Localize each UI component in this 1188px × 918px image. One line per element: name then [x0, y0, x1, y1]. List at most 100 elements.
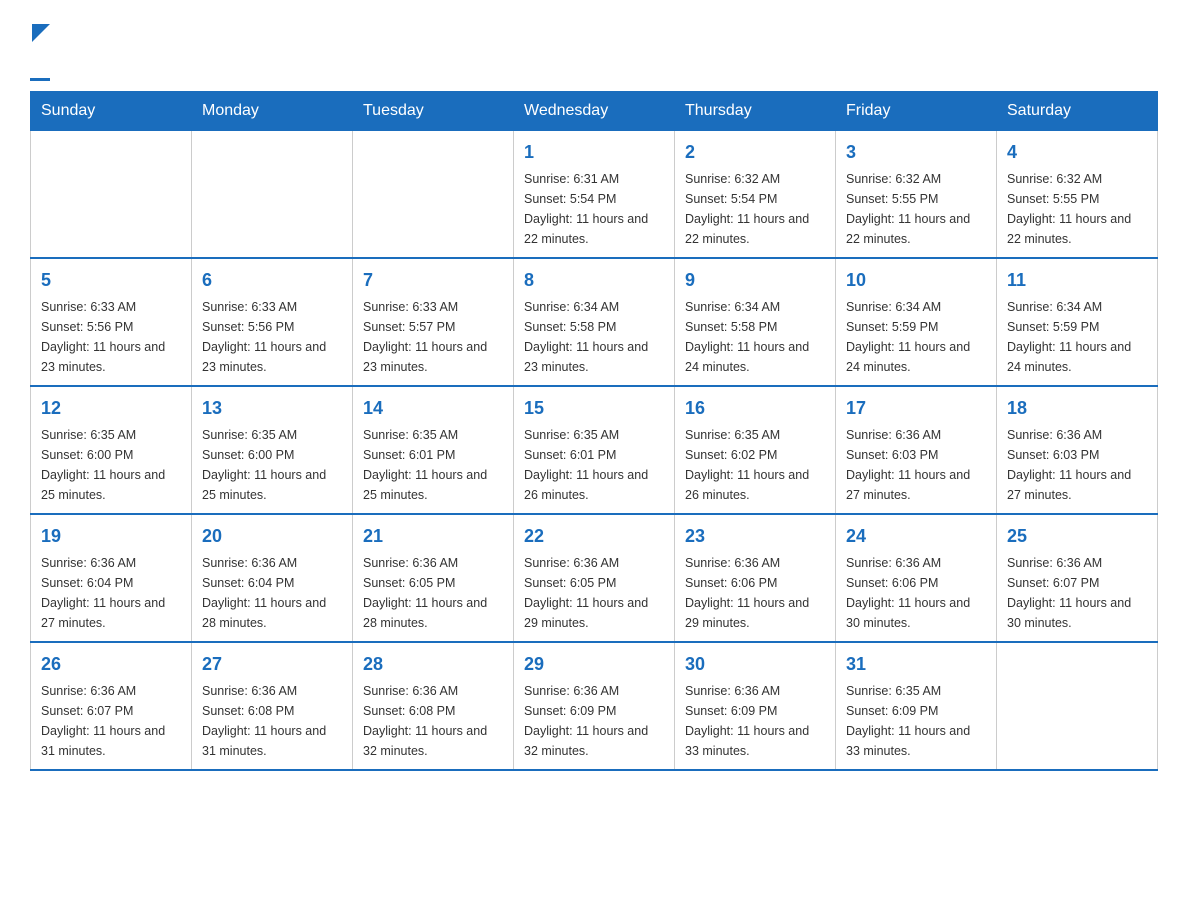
day-number: 22	[524, 523, 664, 550]
calendar-body: 1 Sunrise: 6:31 AM Sunset: 5:54 PM Daylig…	[31, 131, 1158, 771]
day-number: 19	[41, 523, 181, 550]
calendar-cell: 29Sunrise: 6:36 AM Sunset: 6:09 PM Dayli…	[514, 642, 675, 770]
day-info: Sunrise: 6:32 AM Sunset: 5:55 PM Dayligh…	[1007, 169, 1147, 249]
day-number: 23	[685, 523, 825, 550]
calendar-cell: 31 Sunrise: 6:35 AM Sunset: 6:09 PM Dayli…	[836, 642, 997, 770]
calendar-cell: 23 Sunrise: 6:36 AM Sunset: 6:06 PM Dayli…	[675, 514, 836, 642]
calendar-cell: 21 Sunrise: 6:36 AM Sunset: 6:05 PM Dayli…	[353, 514, 514, 642]
calendar-week-3: 12 Sunrise: 6:35 AM Sunset: 6:00 PM Dayli…	[31, 386, 1158, 514]
header-cell-thursday: Thursday	[675, 92, 836, 131]
calendar-cell: 22Sunrise: 6:36 AM Sunset: 6:05 PM Dayli…	[514, 514, 675, 642]
calendar-cell: 24 Sunrise: 6:36 AM Sunset: 6:06 PM Dayli…	[836, 514, 997, 642]
day-info: Sunrise: 6:36 AM Sunset: 6:06 PM Dayligh…	[846, 553, 986, 633]
day-info: Sunrise: 6:35 AM Sunset: 6:00 PM Dayligh…	[41, 425, 181, 505]
day-info: Sunrise: 6:32 AM Sunset: 5:54 PM Dayligh…	[685, 169, 825, 249]
calendar-cell: 3 Sunrise: 6:32 AM Sunset: 5:55 PM Daylig…	[836, 131, 997, 259]
logo-arrow-icon	[32, 24, 50, 47]
calendar-cell: 12 Sunrise: 6:35 AM Sunset: 6:00 PM Dayli…	[31, 386, 192, 514]
day-info: Sunrise: 6:33 AM Sunset: 5:57 PM Dayligh…	[363, 297, 503, 377]
day-info: Sunrise: 6:35 AM Sunset: 6:01 PM Dayligh…	[363, 425, 503, 505]
calendar-cell	[31, 131, 192, 259]
calendar-cell: 2 Sunrise: 6:32 AM Sunset: 5:54 PM Daylig…	[675, 131, 836, 259]
day-number: 26	[41, 651, 181, 678]
calendar-cell: 20Sunrise: 6:36 AM Sunset: 6:04 PM Dayli…	[192, 514, 353, 642]
day-number: 1	[524, 139, 664, 166]
header-cell-saturday: Saturday	[997, 92, 1158, 131]
day-number: 4	[1007, 139, 1147, 166]
day-info: Sunrise: 6:36 AM Sunset: 6:08 PM Dayligh…	[202, 681, 342, 761]
calendar-cell: 26 Sunrise: 6:36 AM Sunset: 6:07 PM Dayli…	[31, 642, 192, 770]
day-number: 28	[363, 651, 503, 678]
day-number: 7	[363, 267, 503, 294]
calendar-table: SundayMondayTuesdayWednesdayThursdayFrid…	[30, 91, 1158, 771]
calendar-cell	[192, 131, 353, 259]
day-info: Sunrise: 6:35 AM Sunset: 6:01 PM Dayligh…	[524, 425, 664, 505]
header-cell-tuesday: Tuesday	[353, 92, 514, 131]
calendar-week-5: 26 Sunrise: 6:36 AM Sunset: 6:07 PM Dayli…	[31, 642, 1158, 770]
calendar-cell: 28 Sunrise: 6:36 AM Sunset: 6:08 PM Dayli…	[353, 642, 514, 770]
calendar-cell: 9 Sunrise: 6:34 AM Sunset: 5:58 PM Daylig…	[675, 258, 836, 386]
day-info: Sunrise: 6:36 AM Sunset: 6:04 PM Dayligh…	[202, 553, 342, 633]
day-number: 3	[846, 139, 986, 166]
calendar-header: SundayMondayTuesdayWednesdayThursdayFrid…	[31, 92, 1158, 131]
day-number: 17	[846, 395, 986, 422]
day-info: Sunrise: 6:36 AM Sunset: 6:05 PM Dayligh…	[363, 553, 503, 633]
day-info: Sunrise: 6:34 AM Sunset: 5:58 PM Dayligh…	[685, 297, 825, 377]
day-number: 13	[202, 395, 342, 422]
calendar-cell: 14 Sunrise: 6:35 AM Sunset: 6:01 PM Dayli…	[353, 386, 514, 514]
calendar-week-4: 19 Sunrise: 6:36 AM Sunset: 6:04 PM Dayli…	[31, 514, 1158, 642]
day-number: 21	[363, 523, 503, 550]
day-info: Sunrise: 6:34 AM Sunset: 5:58 PM Dayligh…	[524, 297, 664, 377]
day-number: 2	[685, 139, 825, 166]
day-number: 16	[685, 395, 825, 422]
day-info: Sunrise: 6:36 AM Sunset: 6:07 PM Dayligh…	[41, 681, 181, 761]
day-info: Sunrise: 6:32 AM Sunset: 5:55 PM Dayligh…	[846, 169, 986, 249]
calendar-cell: 15 Sunrise: 6:35 AM Sunset: 6:01 PM Dayli…	[514, 386, 675, 514]
day-info: Sunrise: 6:31 AM Sunset: 5:54 PM Dayligh…	[524, 169, 664, 249]
day-number: 11	[1007, 267, 1147, 294]
day-info: Sunrise: 6:34 AM Sunset: 5:59 PM Dayligh…	[1007, 297, 1147, 377]
calendar-cell: 4 Sunrise: 6:32 AM Sunset: 5:55 PM Daylig…	[997, 131, 1158, 259]
day-number: 31	[846, 651, 986, 678]
day-number: 15	[524, 395, 664, 422]
calendar-cell: 1 Sunrise: 6:31 AM Sunset: 5:54 PM Daylig…	[514, 131, 675, 259]
header-row: SundayMondayTuesdayWednesdayThursdayFrid…	[31, 92, 1158, 131]
day-info: Sunrise: 6:35 AM Sunset: 6:00 PM Dayligh…	[202, 425, 342, 505]
day-number: 12	[41, 395, 181, 422]
calendar-cell: 5Sunrise: 6:33 AM Sunset: 5:56 PM Daylig…	[31, 258, 192, 386]
day-info: Sunrise: 6:36 AM Sunset: 6:08 PM Dayligh…	[363, 681, 503, 761]
day-number: 8	[524, 267, 664, 294]
day-info: Sunrise: 6:34 AM Sunset: 5:59 PM Dayligh…	[846, 297, 986, 377]
page-header	[30, 20, 1158, 81]
day-number: 29	[524, 651, 664, 678]
calendar-week-2: 5Sunrise: 6:33 AM Sunset: 5:56 PM Daylig…	[31, 258, 1158, 386]
day-number: 14	[363, 395, 503, 422]
day-number: 10	[846, 267, 986, 294]
calendar-week-1: 1 Sunrise: 6:31 AM Sunset: 5:54 PM Daylig…	[31, 131, 1158, 259]
calendar-cell: 8 Sunrise: 6:34 AM Sunset: 5:58 PM Daylig…	[514, 258, 675, 386]
calendar-cell: 19Sunrise: 6:36 AM Sunset: 6:04 PM Dayli…	[31, 514, 192, 642]
day-info: Sunrise: 6:36 AM Sunset: 6:07 PM Dayligh…	[1007, 553, 1147, 633]
calendar-cell	[353, 131, 514, 259]
calendar-cell: 7 Sunrise: 6:33 AM Sunset: 5:57 PM Daylig…	[353, 258, 514, 386]
calendar-cell: 17Sunrise: 6:36 AM Sunset: 6:03 PM Dayli…	[836, 386, 997, 514]
day-info: Sunrise: 6:36 AM Sunset: 6:03 PM Dayligh…	[1007, 425, 1147, 505]
header-cell-friday: Friday	[836, 92, 997, 131]
day-number: 9	[685, 267, 825, 294]
day-number: 18	[1007, 395, 1147, 422]
header-cell-sunday: Sunday	[31, 92, 192, 131]
calendar-cell: 11 Sunrise: 6:34 AM Sunset: 5:59 PM Dayli…	[997, 258, 1158, 386]
calendar-cell: 6Sunrise: 6:33 AM Sunset: 5:56 PM Daylig…	[192, 258, 353, 386]
day-number: 30	[685, 651, 825, 678]
calendar-cell	[997, 642, 1158, 770]
day-info: Sunrise: 6:36 AM Sunset: 6:06 PM Dayligh…	[685, 553, 825, 633]
header-cell-wednesday: Wednesday	[514, 92, 675, 131]
logo-underline	[30, 78, 50, 81]
header-cell-monday: Monday	[192, 92, 353, 131]
day-number: 24	[846, 523, 986, 550]
calendar-cell: 10 Sunrise: 6:34 AM Sunset: 5:59 PM Dayli…	[836, 258, 997, 386]
day-number: 5	[41, 267, 181, 294]
calendar-cell: 27 Sunrise: 6:36 AM Sunset: 6:08 PM Dayli…	[192, 642, 353, 770]
day-info: Sunrise: 6:35 AM Sunset: 6:09 PM Dayligh…	[846, 681, 986, 761]
day-number: 27	[202, 651, 342, 678]
